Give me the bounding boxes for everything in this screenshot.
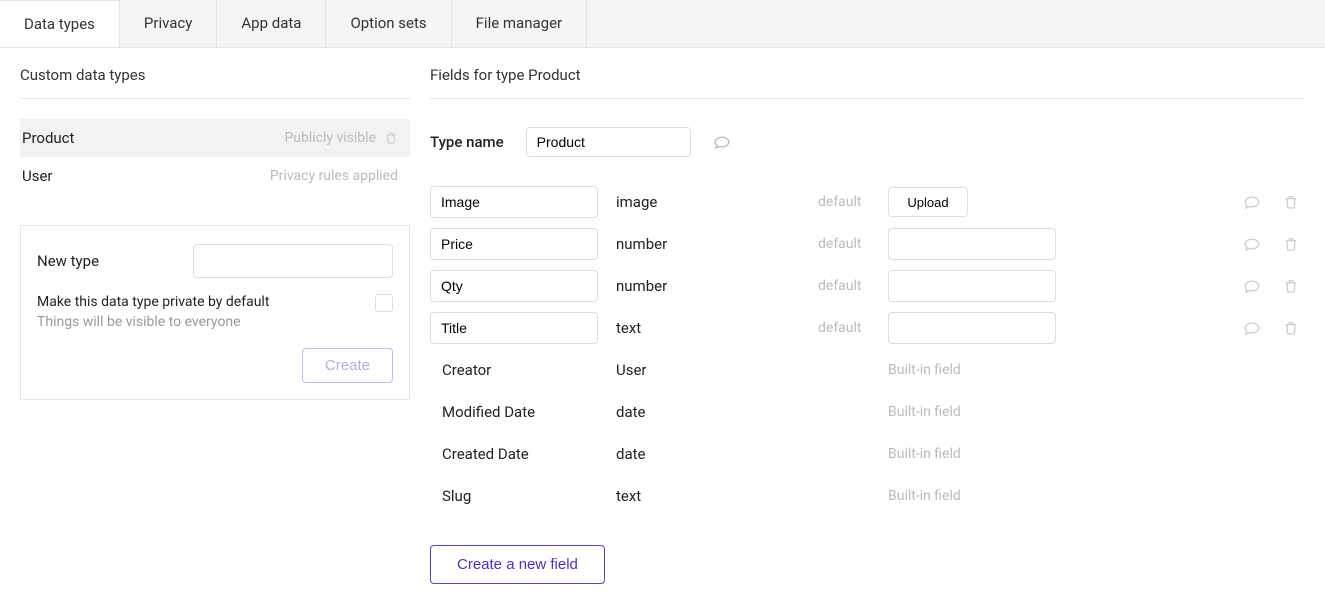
type-row-product[interactable]: Product Publicly visible [20, 119, 410, 157]
comment-icon[interactable] [1243, 319, 1273, 337]
new-type-input[interactable] [193, 244, 393, 278]
private-checkbox[interactable] [375, 294, 393, 312]
fields-heading: Fields for type Product [430, 66, 1305, 99]
field-type-label: date [616, 445, 808, 463]
type-name-label: Type name [430, 133, 504, 151]
type-name: User [20, 167, 53, 185]
fields-list: image default Upload number default number def… [430, 185, 1305, 513]
builtin-label: Built-in field [888, 488, 1233, 504]
default-label: default [818, 320, 878, 336]
default-label: default [818, 194, 878, 210]
custom-types-heading: Custom data types [20, 66, 410, 99]
trash-icon[interactable] [1283, 320, 1305, 336]
field-name-input[interactable] [430, 228, 598, 260]
tab-file-manager[interactable]: File manager [452, 0, 587, 47]
builtin-label: Built-in field [888, 404, 1233, 420]
tab-privacy[interactable]: Privacy [120, 0, 217, 47]
left-panel: Custom data types Product Publicly visib… [0, 48, 410, 400]
field-row: number default [430, 269, 1305, 303]
trash-icon[interactable] [1283, 236, 1305, 252]
private-sublabel: Things will be visible to everyone [37, 314, 269, 330]
field-name-label: Slug [430, 487, 606, 505]
builtin-label: Built-in field [888, 446, 1233, 462]
tab-option-sets[interactable]: Option sets [326, 0, 451, 47]
type-row-user[interactable]: User Privacy rules applied [20, 157, 410, 195]
tab-app-data[interactable]: App data [217, 0, 326, 47]
field-name-label: Modified Date [430, 403, 606, 421]
trash-icon[interactable] [1283, 194, 1305, 210]
field-name-label: Creator [430, 361, 606, 379]
trash-icon[interactable] [384, 131, 398, 145]
field-type-label: date [616, 403, 808, 421]
field-row: number default [430, 227, 1305, 261]
field-row: text default [430, 311, 1305, 345]
field-row: Created Date date Built-in field [430, 437, 1305, 471]
create-type-button[interactable]: Create [302, 348, 393, 383]
field-row: Modified Date date Built-in field [430, 395, 1305, 429]
field-type-label: number [616, 277, 808, 295]
private-label: Make this data type private by default [37, 294, 269, 310]
field-row: Slug text Built-in field [430, 479, 1305, 513]
comment-icon[interactable] [713, 133, 731, 151]
field-name-label: Created Date [430, 445, 606, 463]
field-type-label: number [616, 235, 808, 253]
field-type-label: image [616, 193, 808, 211]
tab-data-types[interactable]: Data types [0, 0, 120, 47]
type-visibility-label: Privacy rules applied [270, 168, 398, 184]
default-label: default [818, 278, 878, 294]
default-input[interactable] [888, 228, 1056, 260]
field-name-input[interactable] [430, 270, 598, 302]
field-type-label: text [616, 487, 808, 505]
type-name: Product [20, 129, 74, 147]
default-input[interactable] [888, 312, 1056, 344]
new-type-label: New type [37, 252, 99, 270]
create-field-button[interactable]: Create a new field [430, 545, 605, 584]
builtin-label: Built-in field [888, 362, 1233, 378]
field-row: Creator User Built-in field [430, 353, 1305, 387]
comment-icon[interactable] [1243, 277, 1273, 295]
comment-icon[interactable] [1243, 193, 1273, 211]
field-row: image default Upload [430, 185, 1305, 219]
default-label: default [818, 236, 878, 252]
field-name-input[interactable] [430, 186, 598, 218]
field-type-label: text [616, 319, 808, 337]
new-type-box: New type Make this data type private by … [20, 225, 410, 400]
trash-icon[interactable] [1283, 278, 1305, 294]
type-name-input[interactable] [526, 127, 691, 157]
field-name-input[interactable] [430, 312, 598, 344]
field-type-label: User [616, 361, 808, 379]
upload-button[interactable]: Upload [888, 187, 968, 217]
right-panel: Fields for type Product Type name imaged… [410, 48, 1325, 604]
type-visibility-label: Publicly visible [284, 130, 376, 146]
comment-icon[interactable] [1243, 235, 1273, 253]
default-input[interactable] [888, 270, 1056, 302]
tabs-bar: Data types Privacy App data Option sets … [0, 0, 1325, 48]
